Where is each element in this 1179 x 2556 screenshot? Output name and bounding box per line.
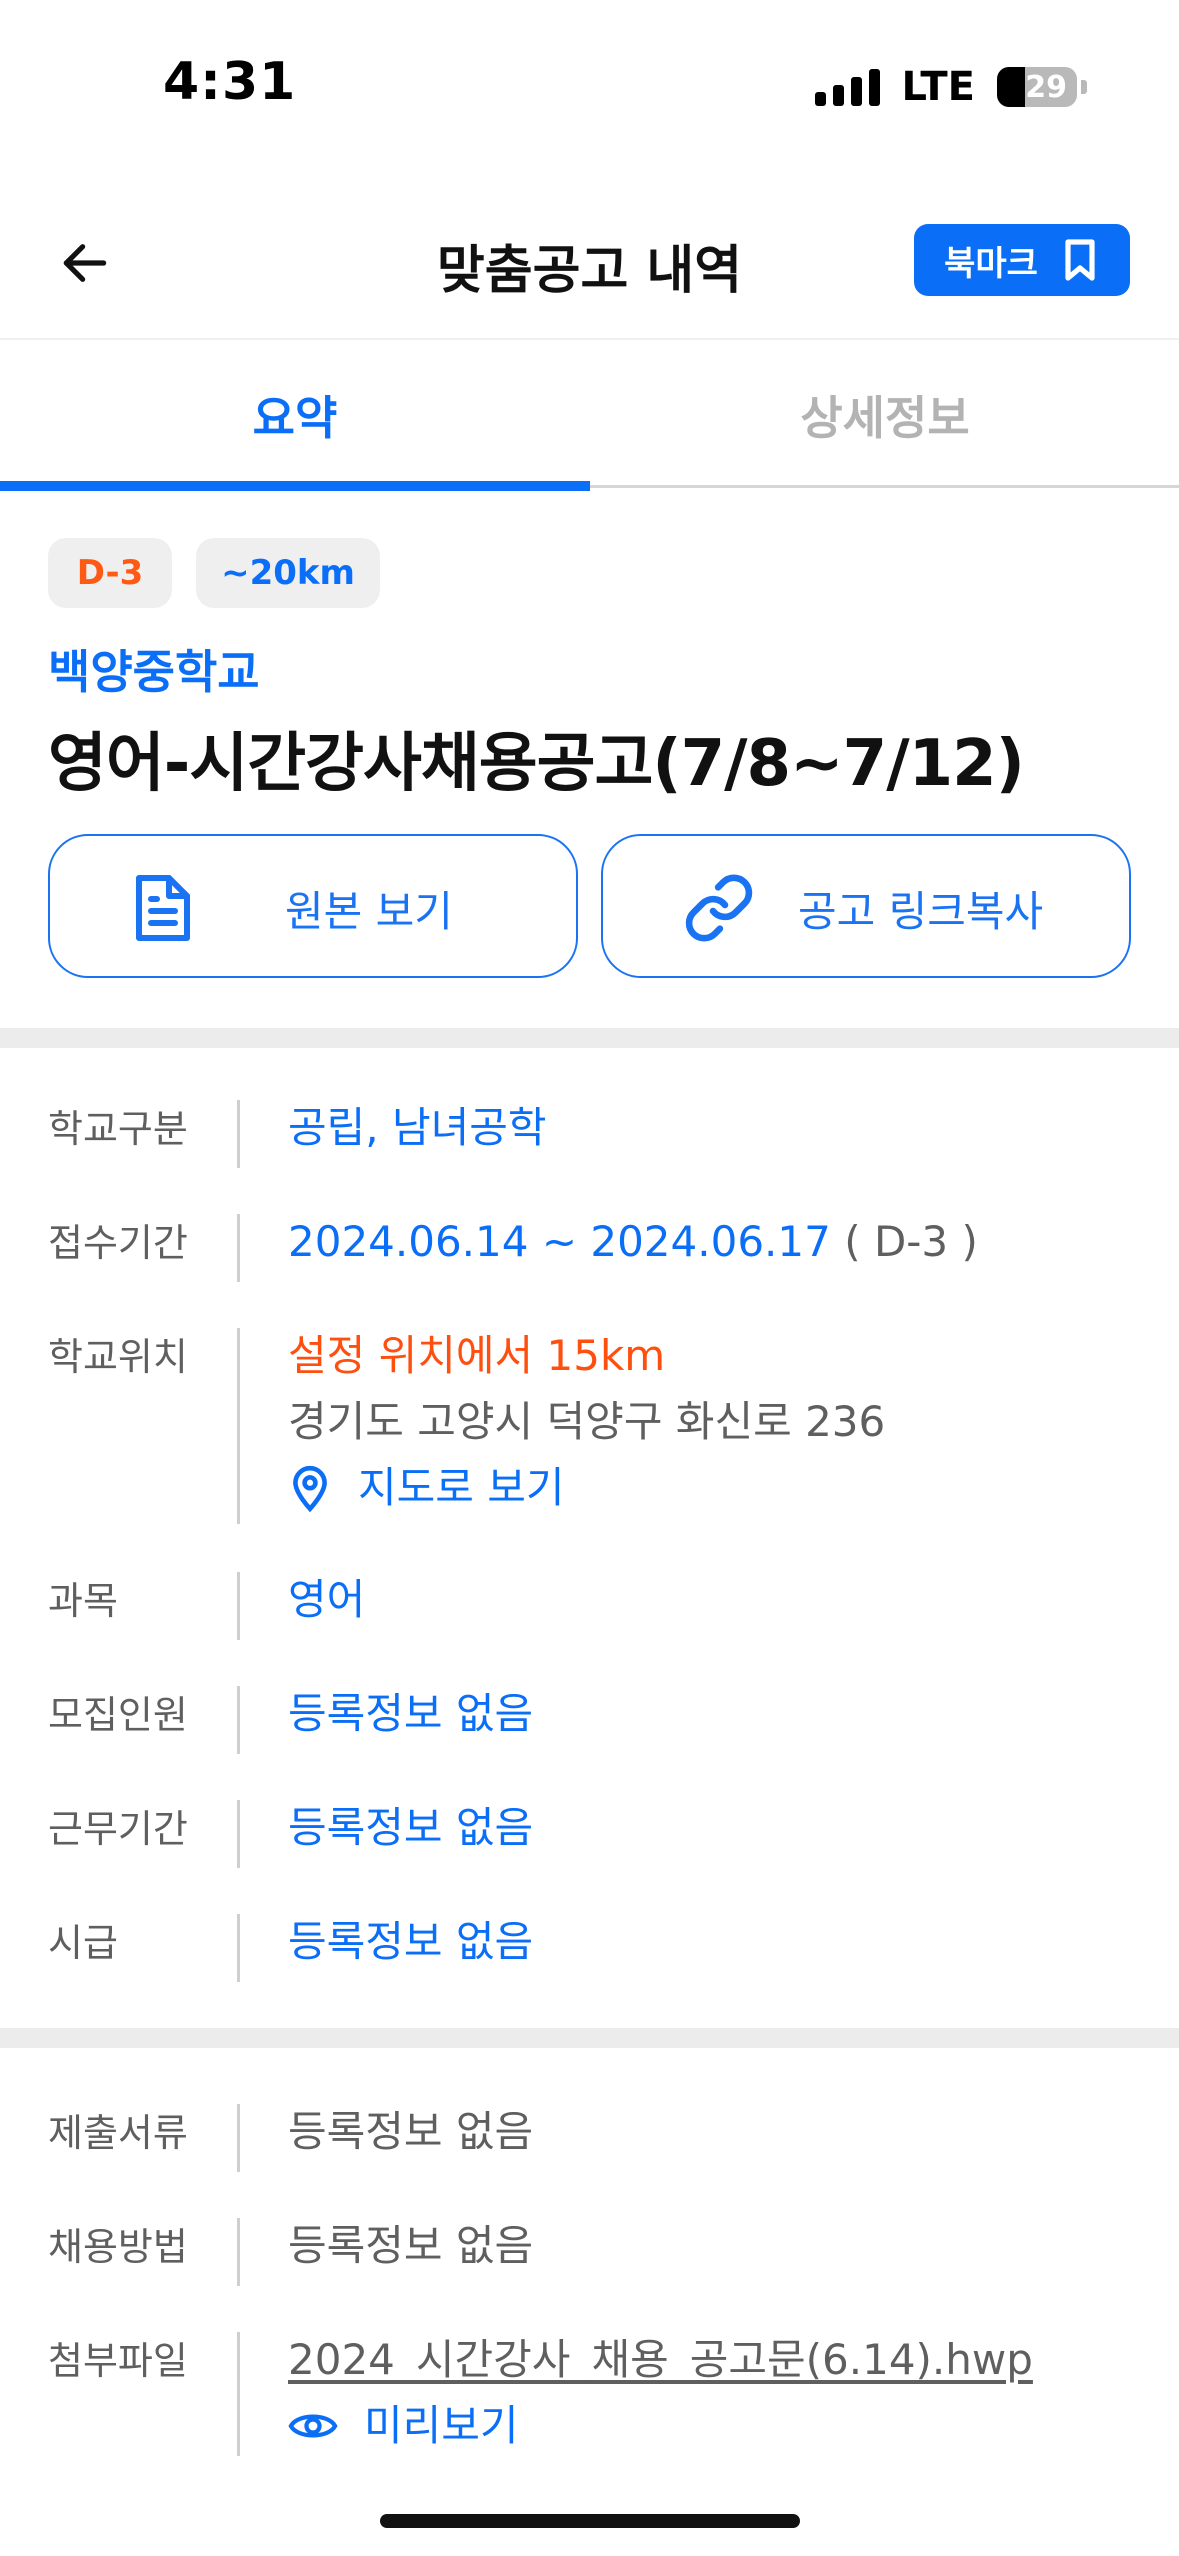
work-period-value: 등록정보 없음	[288, 1803, 534, 1852]
documents-value: 등록정보 없음	[288, 2107, 534, 2156]
copy-link-button[interactable]: 공고 링크복사	[601, 834, 1131, 978]
school-type-value: 공립, 남녀공학	[288, 1103, 547, 1152]
tab-details[interactable]: 상세정보	[590, 342, 1179, 488]
distance-badge: ~20km	[196, 538, 380, 608]
section-divider	[0, 2028, 1179, 2048]
row-label: 첨부파일	[48, 2339, 188, 2383]
eye-icon	[288, 2414, 338, 2438]
row-divider	[237, 1686, 240, 1754]
link-icon	[685, 874, 753, 942]
row-label: 접수기간	[48, 1221, 188, 1265]
battery-icon: 29	[997, 67, 1077, 107]
preview-label: 미리보기	[364, 2401, 519, 2450]
row-label: 채용방법	[48, 2225, 188, 2269]
map-link[interactable]: 지도로 보기	[288, 1455, 885, 1521]
row-divider	[237, 1572, 240, 1640]
location-address: 경기도 고양시 덕양구 화신로 236	[288, 1397, 886, 1446]
period-dates: 2024.06.14 ~ 2024.06.17	[288, 1217, 831, 1266]
headcount-value: 등록정보 없음	[288, 1689, 534, 1738]
preview-link[interactable]: 미리보기	[288, 2393, 1033, 2459]
location-pin-icon	[293, 1465, 327, 1513]
battery-level: 29	[1025, 69, 1067, 105]
home-indicator[interactable]	[380, 2514, 800, 2528]
attachment-value: 2024_시간강사_채용_공고문(6.14).hwp 미리보기	[288, 2327, 1033, 2459]
copy-link-label: 공고 링크복사	[798, 886, 1044, 936]
view-original-label: 원본 보기	[285, 886, 453, 936]
status-time: 4:31	[163, 52, 297, 112]
row-label: 학교구분	[48, 1107, 188, 1151]
view-original-button[interactable]: 원본 보기	[48, 834, 578, 978]
row-divider	[237, 2218, 240, 2286]
app-header: 맞춤공고 내역 북마크	[0, 200, 1179, 340]
bookmark-label: 북마크	[944, 243, 1038, 284]
row-label: 제출서류	[48, 2111, 188, 2155]
period-value: 2024.06.14 ~ 2024.06.17 ( D-3 )	[288, 1209, 978, 1275]
tab-bar: 요약 상세정보	[0, 342, 1179, 491]
map-link-label: 지도로 보기	[358, 1463, 565, 1512]
subject-value: 영어	[288, 1575, 366, 1624]
row-divider	[237, 1800, 240, 1868]
hourly-wage-value: 등록정보 없음	[288, 1917, 534, 1966]
row-label: 근무기간	[48, 1807, 188, 1851]
document-icon	[136, 875, 190, 941]
location-value: 설정 위치에서 15km 경기도 고양시 덕양구 화신로 236 지도로 보기	[288, 1323, 885, 1521]
hiring-method-value: 등록정보 없음	[288, 2221, 534, 2270]
row-label: 과목	[48, 1579, 118, 1623]
row-divider	[237, 2104, 240, 2172]
network-label: LTE	[901, 64, 975, 110]
row-divider	[237, 1328, 240, 1524]
row-divider	[237, 1100, 240, 1168]
row-label: 모집인원	[48, 1693, 188, 1737]
status-indicators: LTE 29	[814, 64, 1087, 110]
post-title: 영어-시간강사채용공고(7/8~7/12)	[48, 727, 1025, 801]
period-dday: ( D-3 )	[844, 1217, 978, 1266]
tab-summary[interactable]: 요약	[0, 342, 590, 491]
attachment-file-link[interactable]: 2024_시간강사_채용_공고문(6.14).hwp	[288, 2327, 1033, 2393]
row-label: 학교위치	[48, 1335, 188, 1379]
bookmark-icon	[1065, 239, 1095, 281]
status-bar: 4:31 LTE 29	[0, 0, 1179, 175]
row-label: 시급	[48, 1921, 118, 1965]
row-divider	[237, 1214, 240, 1282]
row-divider	[237, 2332, 240, 2456]
location-distance: 설정 위치에서 15km	[288, 1331, 666, 1380]
signal-icon	[814, 68, 880, 106]
badge-group: D-3 ~20km	[48, 538, 380, 608]
row-divider	[237, 1914, 240, 1982]
dday-badge: D-3	[48, 538, 172, 608]
school-name: 백양중학교	[48, 645, 260, 699]
section-divider	[0, 1028, 1179, 1048]
battery-tip	[1081, 80, 1087, 94]
bookmark-button[interactable]: 북마크	[914, 224, 1130, 296]
